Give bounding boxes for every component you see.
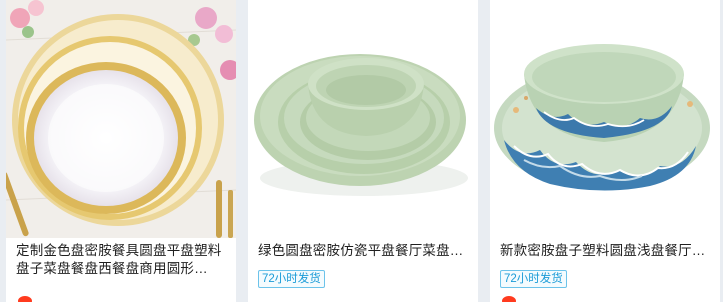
gold-rim-white-plates-icon	[6, 0, 236, 238]
product-card[interactable]: 绿色圆盘密胺仿瓷平盘餐厅菜盘… 72小时发货	[248, 0, 478, 302]
product-image[interactable]	[6, 0, 236, 238]
green-melamine-plates-and-bowl-icon	[248, 0, 478, 238]
price-icon	[18, 296, 32, 302]
product-title[interactable]: 定制金色盘密胺餐具圆盘平盘塑料盘子菜盘餐盘西餐盘商用圆形…	[16, 242, 230, 278]
price-icon	[502, 296, 516, 302]
shipping-badge: 72小时发货	[258, 270, 325, 288]
product-card[interactable]: 定制金色盘密胺餐具圆盘平盘塑料盘子菜盘餐盘西餐盘商用圆形…	[6, 0, 236, 302]
product-card[interactable]: 新款密胺盘子塑料圆盘浅盘餐厅… 72小时发货	[490, 0, 720, 302]
product-image[interactable]	[490, 0, 720, 238]
shipping-badge: 72小时发货	[500, 270, 567, 288]
product-title[interactable]: 绿色圆盘密胺仿瓷平盘餐厅菜盘…	[258, 242, 472, 260]
product-title[interactable]: 新款密胺盘子塑料圆盘浅盘餐厅…	[500, 242, 714, 260]
green-wave-pattern-plate-icon	[490, 0, 720, 238]
product-image[interactable]	[248, 0, 478, 238]
